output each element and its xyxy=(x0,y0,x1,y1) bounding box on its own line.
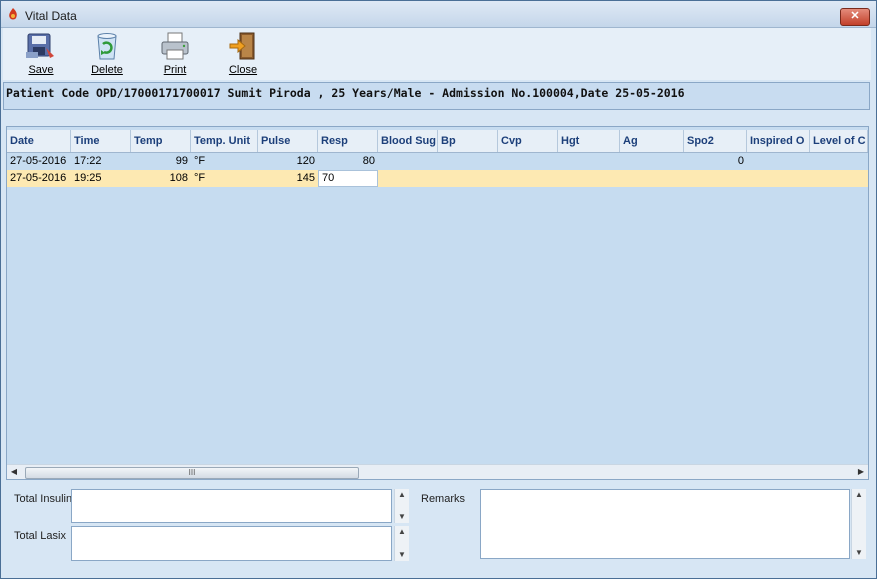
cell-pulse[interactable]: 120 xyxy=(258,153,318,170)
horizontal-scrollbar[interactable]: ◀ III ▶ xyxy=(7,464,868,479)
grid-header: Date Time Temp Temp. Unit Pulse Resp Blo… xyxy=(7,130,868,153)
table-row-selected[interactable]: 27-05-2016 19:25 108 °F 145 70 xyxy=(7,170,868,187)
total-insulin-label: Total Insulin xyxy=(14,493,73,505)
bottom-panel: Total Insulin ▲ ▼ Total Lasix ▲ ▼ Remark… xyxy=(3,482,871,576)
scroll-down-icon[interactable]: ▼ xyxy=(852,547,866,559)
column-header-temp[interactable]: Temp xyxy=(131,130,191,152)
cell-temp[interactable]: 108 xyxy=(131,170,191,187)
window-title: Vital Data xyxy=(25,9,77,23)
column-header-bp[interactable]: Bp xyxy=(438,130,498,152)
save-label: Save xyxy=(28,64,54,76)
close-label: Close xyxy=(228,64,258,76)
column-header-time[interactable]: Time xyxy=(71,130,131,152)
remarks-field[interactable] xyxy=(480,489,850,559)
scroll-up-icon[interactable]: ▲ xyxy=(395,489,409,501)
save-icon xyxy=(26,33,54,58)
scroll-down-icon[interactable]: ▼ xyxy=(395,511,409,523)
column-header-ag[interactable]: Ag xyxy=(620,130,684,152)
scroll-left-icon[interactable]: ◀ xyxy=(7,465,21,479)
window-close-button[interactable]: ✕ xyxy=(840,8,870,26)
column-header-blood-sug[interactable]: Blood Sug xyxy=(378,130,438,152)
toolbar: Save Delete Print Close xyxy=(3,28,871,80)
scroll-up-icon[interactable]: ▲ xyxy=(395,526,409,538)
cell-temp[interactable]: 99 xyxy=(131,153,191,170)
close-button[interactable]: Close xyxy=(217,30,269,80)
cell-date[interactable]: 27-05-2016 xyxy=(7,153,71,170)
column-header-cvp[interactable]: Cvp xyxy=(498,130,558,152)
print-label: Print xyxy=(163,64,187,76)
scroll-up-icon[interactable]: ▲ xyxy=(852,489,866,501)
exit-door-icon xyxy=(229,32,255,60)
recycle-bin-icon xyxy=(97,33,117,60)
cell-date[interactable]: 27-05-2016 xyxy=(7,170,71,187)
delete-label: Delete xyxy=(91,64,123,76)
remarks-label: Remarks xyxy=(421,493,466,505)
column-header-inspired-o[interactable]: Inspired O xyxy=(747,130,810,152)
total-lasix-scrollbar[interactable]: ▲ ▼ xyxy=(394,526,409,561)
scroll-down-icon[interactable]: ▼ xyxy=(395,549,409,561)
cell-resp[interactable]: 80 xyxy=(318,153,378,170)
cell-spo2[interactable]: 0 xyxy=(684,153,747,170)
delete-button[interactable]: Delete xyxy=(81,30,133,80)
column-header-date[interactable]: Date xyxy=(7,130,71,152)
column-header-spo2[interactable]: Spo2 xyxy=(684,130,747,152)
column-header-hgt[interactable]: Hgt xyxy=(558,130,620,152)
save-button[interactable]: Save xyxy=(15,30,67,80)
scroll-right-icon[interactable]: ▶ xyxy=(854,465,868,479)
total-lasix-label: Total Lasix xyxy=(14,530,66,542)
column-header-level-of-c[interactable]: Level of C xyxy=(810,130,868,152)
total-insulin-field[interactable] xyxy=(71,489,392,523)
remarks-scrollbar[interactable]: ▲ ▼ xyxy=(851,489,866,559)
patient-info-bar: Patient Code OPD/17000171700017 Sumit Pi… xyxy=(3,82,870,110)
scroll-thumb[interactable]: III xyxy=(25,467,359,479)
print-button[interactable]: Print xyxy=(149,30,201,80)
total-lasix-field[interactable] xyxy=(71,526,392,561)
column-header-resp[interactable]: Resp xyxy=(318,130,378,152)
title-bar: Vital Data ✕ xyxy=(1,1,876,28)
cell-temp-unit[interactable]: °F xyxy=(191,153,258,170)
column-header-temp-unit[interactable]: Temp. Unit xyxy=(191,130,258,152)
cell-time[interactable]: 17:22 xyxy=(71,153,131,170)
patient-info: Patient Code OPD/17000171700017 Sumit Pi… xyxy=(6,86,685,100)
printer-icon xyxy=(161,32,189,60)
cell-temp-unit[interactable]: °F xyxy=(191,170,258,187)
table-row[interactable]: 27-05-2016 17:22 99 °F 120 80 0 xyxy=(7,153,868,170)
cell-pulse[interactable]: 145 xyxy=(258,170,318,187)
cell-resp-editor[interactable]: 70 xyxy=(318,170,378,187)
vital-data-window: Vital Data ✕ Save Delete Print Close Pat… xyxy=(0,0,877,579)
app-icon xyxy=(9,8,17,20)
vitals-grid[interactable]: Date Time Temp Temp. Unit Pulse Resp Blo… xyxy=(6,126,869,480)
column-header-pulse[interactable]: Pulse xyxy=(258,130,318,152)
total-insulin-scrollbar[interactable]: ▲ ▼ xyxy=(394,489,409,523)
cell-time[interactable]: 19:25 xyxy=(71,170,131,187)
